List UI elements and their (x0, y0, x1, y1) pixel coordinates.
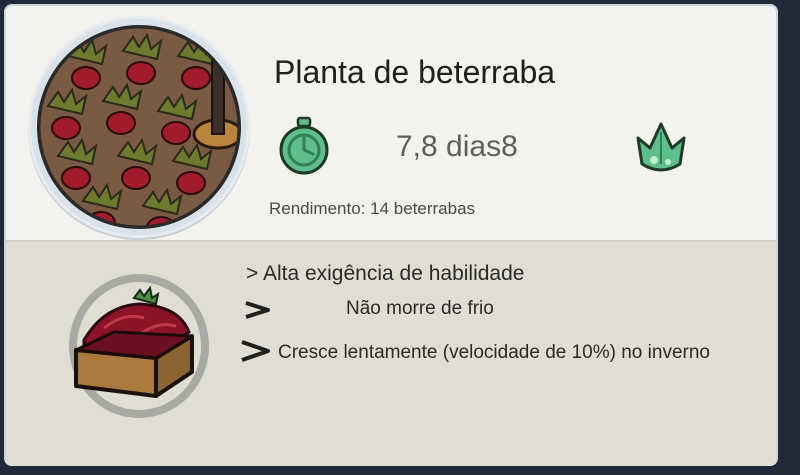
trait-high-skill: > Alta exigência de habilidade (246, 262, 525, 285)
stopwatch-icon (276, 116, 332, 181)
chevron-right-icon (244, 297, 272, 328)
chevron-right-icon (240, 336, 272, 371)
beet-field-portrait (28, 16, 250, 238)
beet-crate-icon (64, 268, 214, 423)
sprout-icon (630, 120, 692, 181)
grow-time-value: 7,8 dias8 (396, 130, 518, 163)
info-card: Planta de beterraba 7,8 dias8 Rendimento… (4, 4, 778, 466)
trait-cold-resistant: Não morre de frio (346, 298, 494, 319)
trait-winter-slow-growth: Cresce lentamente (velocidade de 10%) no… (278, 342, 710, 363)
plant-title: Planta de beterraba (274, 54, 556, 90)
yield-text: Rendimento: 14 beterrabas (269, 199, 476, 218)
